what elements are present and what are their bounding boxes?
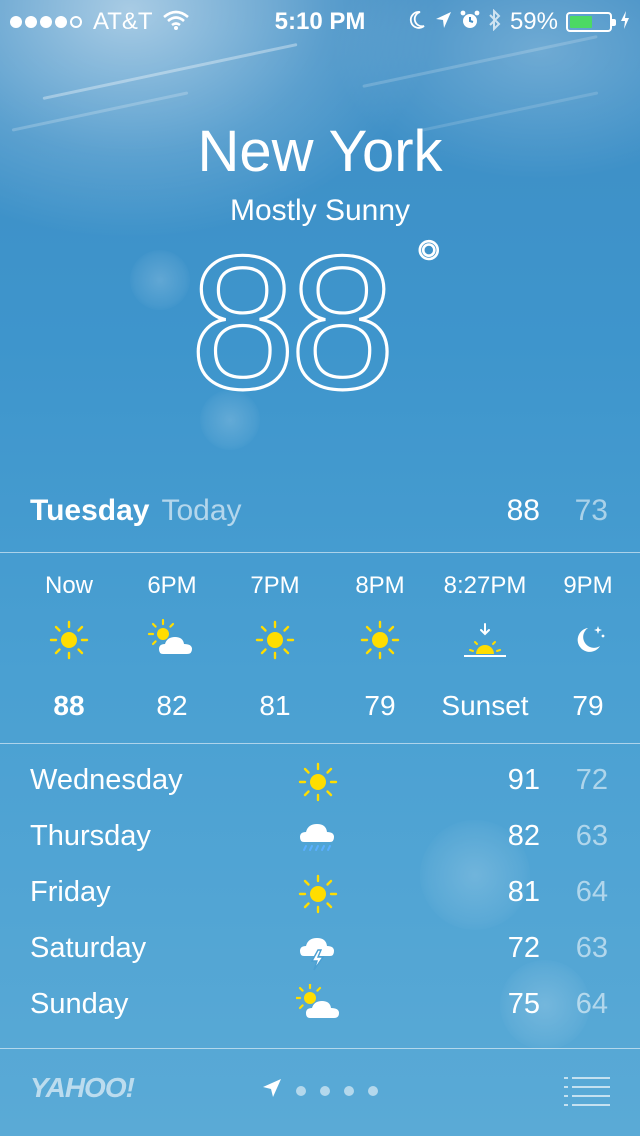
rain-cloud-icon (296, 816, 342, 860)
temperature-value: 88 (190, 226, 389, 406)
page-dot (296, 1085, 306, 1096)
location-arrow-icon (262, 1078, 282, 1103)
today-summary: Tuesday Today 88 73 (30, 494, 610, 542)
daily-low: 64 (575, 876, 608, 908)
location-arrow-icon (434, 10, 452, 34)
today-low: 73 (574, 494, 608, 527)
daily-high: 72 (507, 932, 540, 964)
hourly-temp: 79 (364, 690, 396, 721)
daily-row: Saturday 72 63 (0, 920, 640, 976)
battery-percent: 59% (509, 8, 558, 35)
hourly-temp: 82 (156, 690, 188, 721)
daily-low: 63 (575, 820, 608, 852)
hourly-forecast[interactable]: Now 88 6PM 82 7PM 81 8PM 79 8:27PM Sunse… (0, 554, 640, 742)
hourly-temp: 88 (53, 690, 85, 721)
daily-low: 63 (575, 932, 608, 964)
daily-row: Thursday 82 63 (0, 808, 640, 864)
hourly-time: Now (44, 572, 93, 599)
hourly-time: 7PM (250, 572, 300, 599)
sun-icon (296, 760, 342, 804)
today-label: Today (161, 494, 242, 527)
hourly-time: 8:27PM (443, 572, 527, 599)
charging-bolt-icon (620, 10, 630, 34)
divider (0, 1048, 640, 1049)
battery-icon (566, 12, 616, 32)
daily-day: Friday (30, 876, 111, 908)
sun-icon (14, 618, 124, 662)
daily-row: Wednesday 91 72 (0, 752, 640, 808)
bluetooth-icon (488, 8, 502, 35)
page-indicator[interactable] (262, 1078, 378, 1103)
daily-low: 72 (575, 764, 608, 796)
partly-cloudy-icon (117, 618, 227, 662)
page-dot (344, 1085, 354, 1096)
current-temperature: 88 ° (0, 226, 640, 416)
today-day: Tuesday (30, 494, 150, 527)
city-name: New York (197, 119, 443, 184)
page-dot (368, 1085, 378, 1096)
daily-low: 64 (575, 988, 608, 1020)
hourly-temp: 79 (572, 690, 604, 721)
hourly-temp: 81 (259, 690, 291, 721)
alarm-icon (460, 10, 480, 34)
partly-cloudy-icon (294, 982, 342, 1028)
daily-high: 82 (507, 820, 540, 852)
condition-text: Mostly Sunny (229, 194, 411, 227)
page-dot (320, 1085, 330, 1096)
hourly-time: 9PM (563, 572, 613, 599)
thunderstorm-icon (296, 928, 342, 972)
sun-icon (296, 872, 342, 916)
daily-high: 75 (507, 988, 540, 1020)
moon-icon (408, 10, 426, 34)
sun-icon (325, 618, 435, 662)
divider (0, 552, 640, 553)
sun-icon (220, 618, 330, 662)
daily-row: Friday 81 64 (0, 864, 640, 920)
list-icon[interactable] (564, 1076, 610, 1111)
daily-day: Sunday (30, 988, 129, 1020)
sunset-icon (424, 618, 546, 662)
yahoo-logo-link[interactable]: YAHOO! (30, 1072, 135, 1104)
footer-toolbar: YAHOO! (0, 1050, 640, 1136)
hourly-time: 8PM (355, 572, 405, 599)
daily-day: Saturday (30, 932, 147, 964)
status-bar: AT&T 5:10 PM 59% (0, 0, 640, 40)
today-high: 88 (506, 494, 540, 527)
daily-high: 91 (507, 764, 540, 796)
daily-day: Thursday (30, 820, 151, 852)
divider (0, 743, 640, 744)
daily-row: Sunday 75 64 (0, 976, 640, 1032)
daily-day: Wednesday (30, 764, 183, 796)
hourly-temp: Sunset (441, 690, 529, 721)
degree-symbol: ° (416, 228, 442, 300)
daily-high: 81 (507, 876, 540, 908)
moon-stars-icon (533, 618, 640, 662)
hourly-time: 6PM (147, 572, 197, 599)
